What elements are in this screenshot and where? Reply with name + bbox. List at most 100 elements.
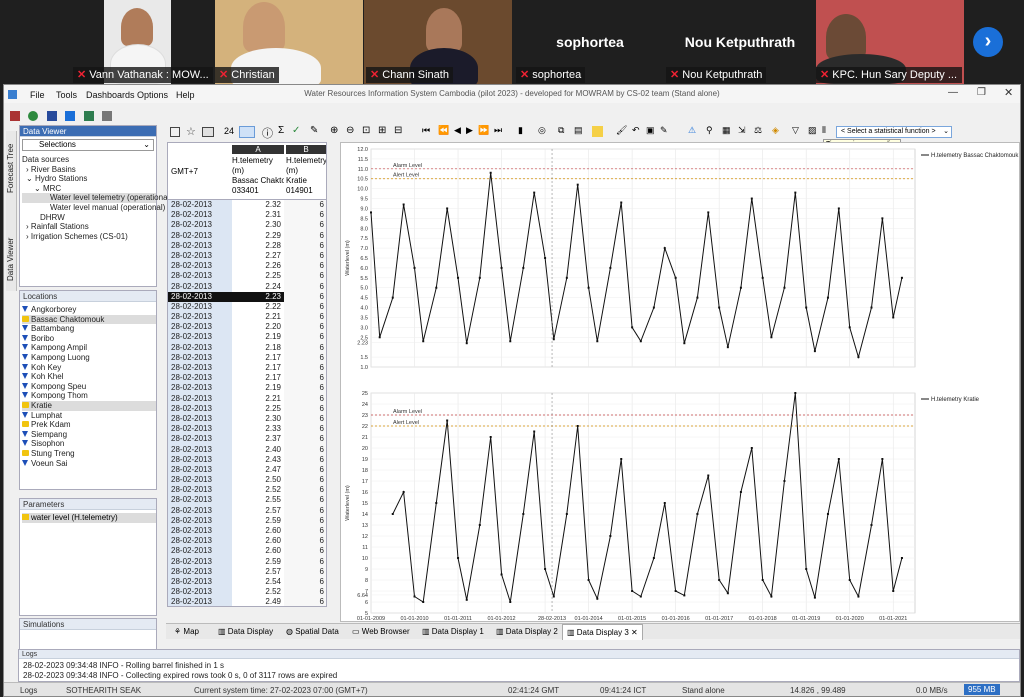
column-a-cell[interactable]: 2.30	[232, 220, 284, 230]
save-icon[interactable]: ▣	[646, 125, 655, 136]
column-b-cell[interactable]: 6	[284, 464, 326, 476]
column-a-cell[interactable]: 2.57	[232, 506, 284, 516]
table-row[interactable]: 28-02-2013 06:302.266	[168, 261, 326, 282]
table-row[interactable]: 28-02-2013 10:152.306	[168, 413, 326, 435]
zoom-fit-icon[interactable]: ⊡	[362, 125, 370, 136]
minimize-icon[interactable]: —	[948, 87, 958, 98]
column-a-cell[interactable]: 2.21	[232, 394, 284, 404]
menu-tools[interactable]: Tools	[56, 90, 77, 100]
play-icon[interactable]: ▶	[466, 125, 473, 136]
column-b-cell[interactable]: 6	[284, 536, 326, 547]
table-row[interactable]: 28-02-2013 12:452.596	[168, 515, 326, 537]
menu-dashboards[interactable]: Dashboards	[86, 90, 135, 100]
tab-data-display[interactable]: ▥ Data Display	[218, 627, 273, 636]
edit-icon[interactable]: ✎	[310, 125, 318, 136]
table-row[interactable]: 28-02-2013 07:002.246	[168, 281, 326, 302]
paste-icon[interactable]: ▤	[574, 125, 583, 136]
table-row[interactable]: 28-02-2013 09:152.176	[168, 373, 326, 394]
tab-map[interactable]: ⚘ Map	[174, 627, 199, 636]
tree-node[interactable]: ⌄ Hydro Stations	[22, 174, 156, 184]
tree-node-selected[interactable]: Water level telemetry (operational	[22, 193, 169, 203]
copy-icon[interactable]: ⧉	[558, 125, 564, 136]
location-item[interactable]: Angkorborey	[22, 305, 156, 315]
first-icon[interactable]: ⏮	[422, 125, 430, 136]
column-b-cell[interactable]: 6	[284, 261, 326, 272]
table-row[interactable]: 28-02-2013 10:452.376	[168, 434, 326, 455]
column-b-cell[interactable]: 6	[284, 454, 326, 465]
column-a-cell[interactable]: 2.37	[232, 434, 284, 444]
line-chart-icon[interactable]	[239, 126, 255, 138]
column-b-cell[interactable]: 6	[284, 220, 326, 231]
tab-data-display-1[interactable]: ▥ Data Display 1	[422, 627, 484, 636]
column-b-cell[interactable]: 6	[284, 373, 326, 384]
column-a-cell[interactable]: 2.27	[232, 251, 284, 261]
tab-forecast-tree[interactable]: Forecast Tree	[6, 133, 15, 193]
column-a-cell[interactable]: 2.32	[232, 200, 284, 210]
column-a-cell[interactable]: 2.19	[232, 332, 284, 342]
column-a-cell[interactable]: 2.52	[232, 587, 284, 597]
bookmark-icon[interactable]: ▮	[518, 125, 523, 136]
layout-icon[interactable]	[170, 127, 180, 137]
column-a-cell[interactable]: 2.26	[232, 261, 284, 271]
table-row[interactable]: 28-02-2013 14:452.496	[168, 597, 326, 606]
database-icon[interactable]	[46, 110, 57, 121]
tree-node[interactable]: › Irrigation Schemes (CS-01)	[22, 232, 156, 242]
parameter-item[interactable]: water level (H.telemetry)	[22, 513, 156, 523]
close-icon[interactable]: ✕	[1004, 86, 1013, 99]
location-item[interactable]: Kompong Thom	[22, 391, 156, 401]
table-row[interactable]: 28-02-2013 07:302.226	[168, 301, 326, 323]
column-b-cell[interactable]: 6	[284, 250, 326, 262]
pencil-icon[interactable]: ✎	[660, 125, 668, 136]
table-row[interactable]: 28-02-2013 11:302.476	[168, 464, 326, 486]
column-b-cell[interactable]: 6	[284, 301, 326, 313]
marker-icon[interactable]: ◎	[538, 125, 546, 136]
chart-icon[interactable]	[65, 110, 76, 121]
charts-svg[interactable]: 12.0 11.5 11.0 10.5 10.0 9.5 9.0 8.5 8.0 7.5 7.0 6.…	[341, 143, 1019, 621]
table-row[interactable]: 28-02-2013 08:302.186	[168, 342, 326, 364]
location-item-selected[interactable]: Kratie	[22, 400, 156, 411]
info-icon[interactable]: ⓘ	[262, 125, 273, 141]
column-b-cell[interactable]: 6	[284, 342, 326, 353]
column-b-cell[interactable]: 6	[284, 556, 326, 567]
menu-file[interactable]: File	[30, 90, 45, 100]
table-row[interactable]: 28-02-2013 07:452.216	[168, 312, 326, 333]
column-b-cell[interactable]: 6	[284, 322, 326, 333]
column-a-cell[interactable]: 2.43	[232, 455, 284, 465]
column-a-cell[interactable]: 2.18	[232, 343, 284, 353]
column-b-cell[interactable]: 6	[284, 587, 326, 598]
table-row[interactable]: 28-02-2013 13:452.596	[168, 556, 326, 577]
column-a-cell[interactable]: 2.55	[232, 495, 284, 505]
location-item[interactable]: Boribo	[22, 334, 156, 344]
table-row[interactable]: 28-02-2013 05:452.296	[168, 230, 326, 251]
table-row[interactable]: 28-02-2013 08:002.206	[168, 322, 326, 343]
column-a-cell[interactable]: 2.25	[232, 404, 284, 414]
column-b-cell[interactable]: 6	[284, 383, 326, 394]
restore-icon[interactable]: ❐	[977, 87, 986, 98]
zoom-in-icon[interactable]: ⊕	[330, 125, 338, 136]
table-row[interactable]: 28-02-2013 10:002.256	[168, 403, 326, 425]
column-a-cell[interactable]: 2.52	[232, 485, 284, 495]
column-b-cell[interactable]: 6	[284, 403, 326, 414]
calendar-icon[interactable]	[202, 127, 214, 137]
table-row[interactable]: 28-02-2013 05:002.326	[168, 200, 326, 221]
column-b-cell[interactable]: 6	[284, 291, 326, 302]
column-a-cell[interactable]: 2.60	[232, 546, 284, 556]
table-row[interactable]: 28-02-2013 09:452.216	[168, 393, 326, 414]
column-a-cell[interactable]: 2.30	[232, 414, 284, 424]
timestamp-cell[interactable]: 28-02-2013 14:45	[168, 597, 232, 606]
column-b-letter[interactable]: B	[286, 145, 326, 154]
table-row[interactable]: 28-02-2013 08:152.196	[168, 332, 326, 353]
undo-icon[interactable]: ↶	[632, 125, 640, 136]
location-item[interactable]: Battambang	[22, 324, 156, 334]
chart-add-icon[interactable]: ⚲	[706, 125, 713, 136]
column-b-cell[interactable]: 6	[284, 352, 326, 364]
column-a-cell[interactable]: 2.20	[232, 322, 284, 332]
tab-web-browser[interactable]: ▭ Web Browser	[352, 627, 410, 636]
table-row[interactable]: 28-02-2013 14:002.576	[168, 566, 326, 588]
column-b-cell[interactable]: 6	[284, 597, 326, 606]
column-a-cell[interactable]: 2.60	[232, 526, 284, 536]
table-row[interactable]: 28-02-2013 11:002.406	[168, 444, 326, 465]
column-a-cell[interactable]: 2.28	[232, 241, 284, 251]
chart-series-icon[interactable]: ▦	[722, 125, 731, 136]
step-back-icon[interactable]: ◀	[454, 125, 461, 136]
